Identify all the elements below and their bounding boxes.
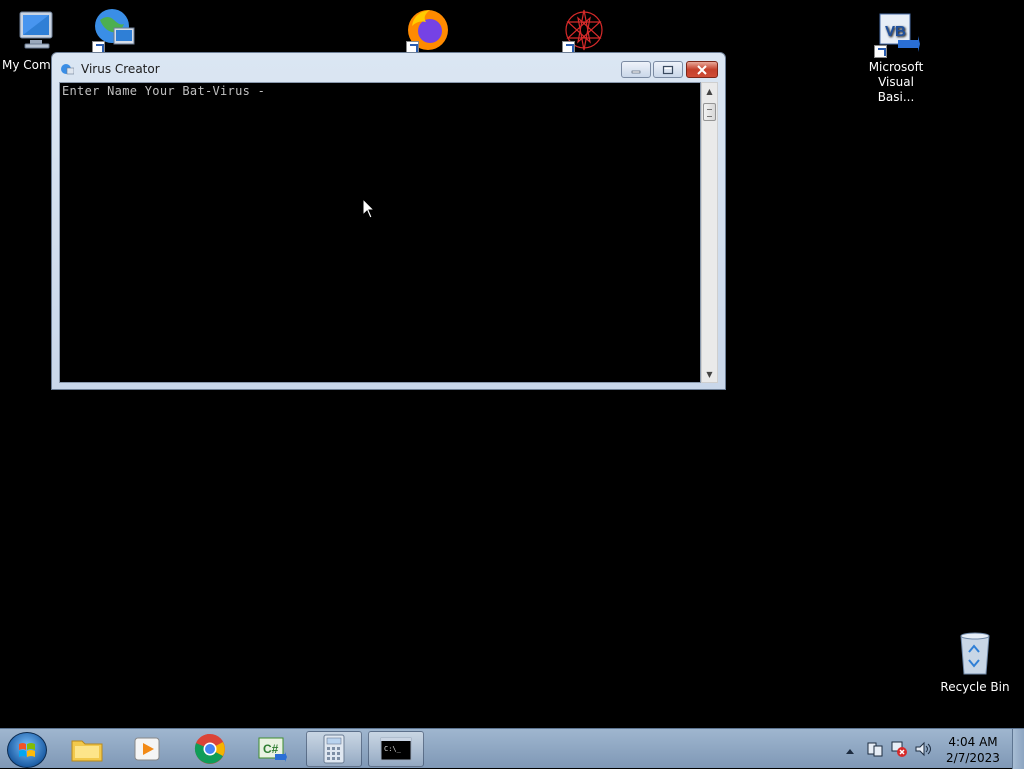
taskbar-item-media-player[interactable] — [119, 731, 175, 767]
network-disconnected-icon[interactable] — [890, 740, 908, 762]
app-icon — [60, 61, 75, 75]
csharp-icon: C# — [258, 737, 287, 762]
cmd-label: C:\_ — [384, 745, 402, 753]
visual-basic-icon: VB — [872, 10, 920, 58]
red-star-icon — [560, 6, 608, 54]
close-icon — [687, 62, 717, 77]
scrollbar-thumb[interactable] — [703, 103, 716, 121]
svg-text:VB: VB — [885, 23, 906, 40]
command-prompt-icon: C:\_ — [380, 737, 412, 761]
desktop-icon-label: Recycle Bin — [940, 680, 1010, 694]
window-title: Virus Creator — [81, 62, 160, 76]
taskbar-item-chrome[interactable] — [182, 731, 238, 767]
maximize-icon — [654, 62, 682, 77]
desktop-icon-firefox[interactable] — [390, 6, 466, 56]
console-output[interactable]: Enter Name Your Bat-Virus - — [59, 82, 701, 383]
desktop-icon-red-app[interactable] — [546, 6, 622, 56]
firefox-icon — [404, 6, 452, 54]
shortcut-arrow-icon — [874, 45, 887, 58]
scroll-up-arrow-icon[interactable]: ▲ — [702, 83, 717, 99]
desktop-icon-network[interactable] — [76, 6, 152, 56]
chevron-up-icon — [846, 749, 854, 754]
show-desktop-button[interactable] — [1012, 729, 1024, 769]
close-button[interactable] — [686, 61, 718, 78]
taskbar-item-file-explorer[interactable] — [59, 731, 115, 767]
show-hidden-icons-button[interactable] — [845, 741, 855, 760]
taskbar-item-csharp[interactable]: C# — [244, 731, 300, 767]
desktop-icon-recycle-bin[interactable]: Recycle Bin — [937, 630, 1013, 695]
start-button[interactable] — [7, 732, 47, 768]
volume-icon[interactable] — [914, 740, 932, 762]
media-player-icon — [134, 737, 160, 761]
csharp-label: C# — [263, 742, 279, 756]
action-center-icon[interactable] — [866, 740, 884, 762]
recycle-bin-icon — [951, 630, 999, 678]
desktop-icon-label: Microsoft Visual Basi... — [868, 60, 924, 104]
minimize-icon — [622, 62, 650, 77]
taskbar-item-calculator[interactable] — [306, 731, 362, 767]
clock-time: 4:04 AM — [948, 735, 998, 749]
system-clock[interactable]: 4:04 AM 2/7/2023 — [940, 734, 1006, 766]
network-globe-icon — [90, 6, 138, 54]
desktop-icon-visual-basic[interactable]: VB Microsoft Visual Basi... — [858, 10, 934, 105]
taskbar: C# C:\_ 4:04 AM 2/7/2023 — [0, 728, 1024, 769]
scroll-down-arrow-icon[interactable]: ▼ — [702, 366, 717, 382]
console-prompt-text: Enter Name Your Bat-Virus - — [62, 84, 266, 98]
windows-logo-icon — [19, 743, 35, 757]
taskbar-item-command-prompt[interactable]: C:\_ — [368, 731, 424, 767]
computer-icon — [14, 8, 62, 56]
maximize-button[interactable] — [653, 61, 683, 78]
folder-icon — [71, 740, 103, 762]
title-bar[interactable]: Virus Creator — [52, 53, 725, 81]
virus-creator-window[interactable]: Virus Creator Enter Name Your Bat-Virus … — [51, 52, 726, 390]
calculator-icon — [323, 734, 345, 764]
chrome-icon — [194, 733, 225, 764]
minimize-button[interactable] — [621, 61, 651, 78]
vertical-scrollbar[interactable]: ▲ ▼ — [701, 82, 718, 383]
clock-date: 2/7/2023 — [946, 751, 1000, 765]
